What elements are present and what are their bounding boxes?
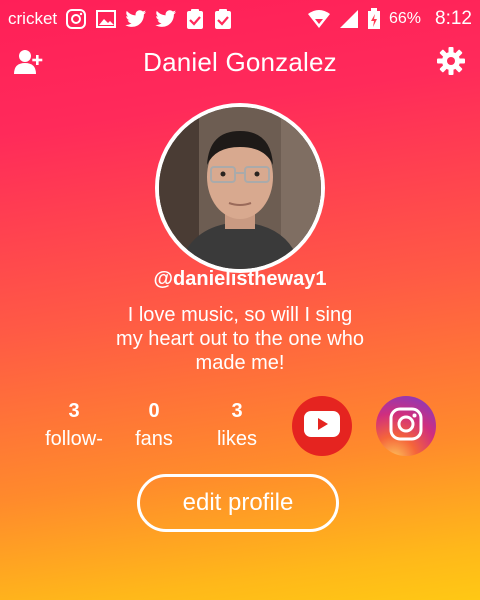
stat-likes[interactable]: 3 likes: [197, 400, 277, 451]
add-friend-icon[interactable]: [14, 48, 44, 76]
bio: I love music, so will I sing my heart ou…: [90, 303, 390, 375]
username: @danielistheway1: [153, 268, 327, 290]
clipboard-check-icon: [185, 8, 205, 30]
following-count: 3: [68, 400, 80, 422]
following-label: follow-: [45, 428, 103, 450]
gear-icon[interactable]: [436, 46, 466, 76]
status-bar: cricket 66% 8:12: [0, 0, 480, 38]
stat-fans[interactable]: 0 fans: [114, 400, 194, 451]
likes-label: likes: [216, 428, 257, 450]
bio-line: my heart out to the one who: [116, 328, 364, 350]
twitter-icon: [125, 9, 147, 29]
page-title: Daniel Gonzalez: [143, 46, 337, 77]
battery-percent: 66%: [388, 10, 422, 27]
profile-photo: [159, 107, 321, 269]
instagram-icon: [65, 8, 87, 30]
youtube-icon: [304, 410, 340, 442]
image-icon: [95, 8, 117, 30]
instagram-button[interactable]: [376, 396, 436, 456]
instagram-icon: [388, 406, 424, 447]
avatar[interactable]: [155, 103, 325, 273]
edit-profile-button[interactable]: edit profile: [137, 474, 339, 532]
fans-label: fans: [135, 428, 173, 450]
bio-line: I love music, so will I sing: [127, 304, 353, 326]
signal-icon: [339, 9, 359, 29]
likes-count: 3: [231, 400, 243, 422]
app-bar: Daniel Gonzalez: [0, 38, 480, 86]
youtube-button[interactable]: [292, 396, 352, 456]
clock: 8:12: [435, 8, 472, 29]
wifi-icon: [307, 9, 331, 29]
fans-count: 0: [148, 400, 160, 422]
bio-line: made me!: [195, 352, 285, 374]
battery-icon: [367, 8, 381, 30]
clipboard-check-icon: [213, 8, 233, 30]
twitter-icon: [155, 9, 177, 29]
carrier-name: cricket: [8, 9, 58, 28]
stat-following[interactable]: 3 follow-: [34, 400, 114, 451]
